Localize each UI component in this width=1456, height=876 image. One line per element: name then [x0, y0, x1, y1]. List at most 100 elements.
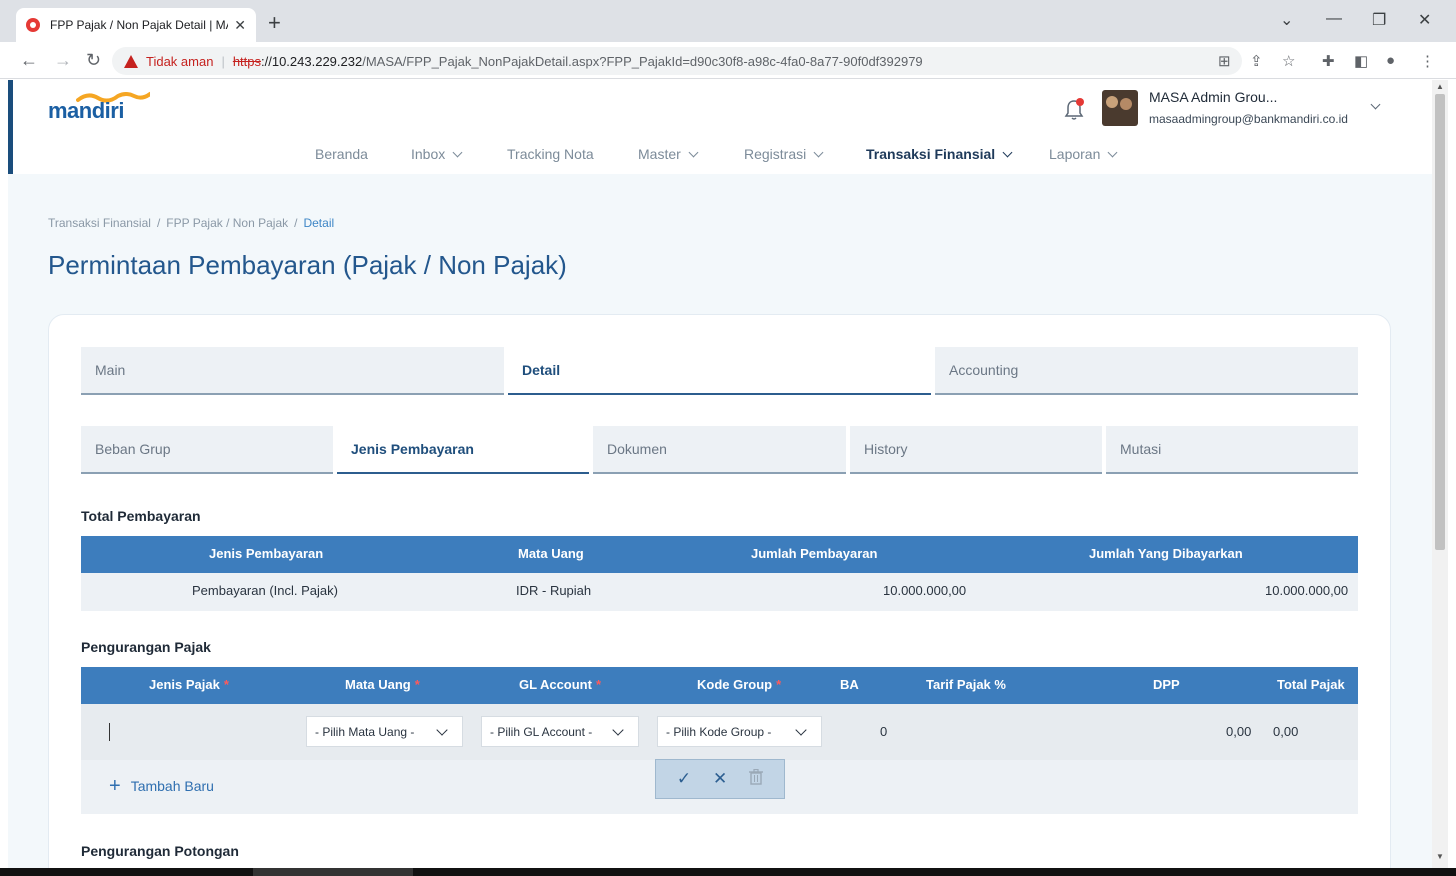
user-name[interactable]: MASA Admin Grou... — [1149, 89, 1277, 105]
url-field[interactable]: Tidak aman | https ://10.243.229.232 /MA… — [112, 47, 1242, 75]
tab-mutasi[interactable]: Mutasi — [1106, 426, 1358, 474]
required-mark: * — [223, 677, 229, 692]
table-header-total: Jenis Pembayaran Mata Uang Jumlah Pembay… — [81, 536, 1358, 573]
logo[interactable]: mandiri — [48, 98, 124, 124]
col-label: GL Account — [519, 677, 592, 692]
tab-accounting[interactable]: Accounting — [935, 347, 1358, 395]
table-row: Pembayaran (Incl. Pajak) IDR - Rupiah 10… — [81, 573, 1358, 611]
nav-label: Transaksi Finansial — [866, 146, 996, 162]
tab-history[interactable]: History — [850, 426, 1102, 474]
col-jumlah-pembayaran: Jumlah Pembayaran — [751, 546, 878, 561]
chevron-down-icon — [813, 147, 824, 158]
tab-dokumen[interactable]: Dokumen — [593, 426, 846, 474]
edit-row: - Pilih Mata Uang - - Pilih GL Account -… — [81, 704, 1358, 760]
breadcrumb-item[interactable]: FPP Pajak / Non Pajak — [166, 216, 288, 230]
kode-group-select[interactable]: - Pilih Kode Group - — [657, 716, 822, 747]
nav-item-transaksi-finansial[interactable]: Transaksi Finansial — [866, 146, 1013, 162]
page-title: Permintaan Pembayaran (Pajak / Non Pajak… — [48, 250, 567, 280]
new-tab-button[interactable]: + — [268, 12, 281, 34]
gl-account-select[interactable]: - Pilih GL Account - — [481, 716, 639, 747]
share-icon[interactable]: ⇪ — [1250, 52, 1263, 70]
chevron-down-icon — [688, 147, 699, 158]
avatar[interactable] — [1102, 90, 1138, 126]
profile-icon[interactable]: ● — [1386, 52, 1395, 69]
extensions-icon[interactable]: ✚ — [1322, 52, 1335, 70]
nav-item-master[interactable]: Master — [638, 146, 699, 162]
url-scheme: https — [232, 53, 262, 69]
breadcrumb: Transaksi Finansial / FPP Pajak / Non Paja… — [48, 216, 335, 230]
app-header: mandiri MASA Admin Grou... masaadmingrou… — [8, 80, 1432, 174]
scrollbar-thumb[interactable] — [1435, 94, 1445, 550]
mata-uang-select[interactable]: - Pilih Mata Uang - — [306, 716, 463, 747]
ba-value: 0 — [880, 724, 888, 739]
table-header-pajak: Jenis Pajak * Mata Uang * GL Account * Kode… — [81, 667, 1358, 704]
add-row: + Tambah Baru ✓ ✕ — [81, 759, 1358, 814]
chevron-down-icon — [1002, 147, 1013, 158]
forward-icon[interactable]: → — [54, 50, 72, 71]
nav-label: Tracking Nota — [507, 146, 594, 162]
user-menu-chevron-icon[interactable] — [1370, 98, 1381, 114]
nav-item-tracking-nota[interactable]: Tracking Nota — [507, 146, 594, 162]
scroll-down-icon[interactable]: ▼ — [1436, 852, 1444, 861]
required-mark: * — [414, 677, 420, 692]
taskbar — [0, 868, 1456, 876]
cell-jenis: Pembayaran (Incl. Pajak) — [192, 583, 338, 598]
breadcrumb-current: Detail — [303, 216, 335, 230]
page: mandiri MASA Admin Grou... masaadmingrou… — [8, 80, 1432, 868]
tab-title: FPP Pajak / Non Pajak Detail | MA — [50, 18, 229, 32]
minimize-icon[interactable]: — — [1326, 10, 1342, 28]
tab-jenis-pembayaran[interactable]: Jenis Pembayaran — [337, 426, 589, 474]
select-value: - Pilih GL Account - — [490, 725, 593, 739]
cell-mata-uang: IDR - Rupiah — [516, 583, 592, 598]
trash-icon[interactable] — [749, 768, 764, 790]
divider: | — [221, 53, 225, 69]
col-gl-account: GL Account * — [519, 677, 601, 692]
menu-icon[interactable]: ⋮ — [1420, 52, 1435, 70]
jenis-pajak-input[interactable] — [109, 723, 110, 741]
browser-tab[interactable]: FPP Pajak / Non Pajak Detail | MA ✕ — [16, 8, 256, 42]
nav-item-laporan[interactable]: Laporan — [1049, 146, 1118, 162]
tambah-baru-button[interactable]: + Tambah Baru — [109, 776, 214, 796]
back-icon[interactable]: ← — [20, 50, 38, 71]
tab-main[interactable]: Main — [81, 347, 504, 395]
chevron-down-icon — [795, 724, 807, 736]
cancel-icon[interactable]: ✕ — [713, 769, 727, 789]
required-mark: * — [776, 677, 782, 692]
scroll-up-icon[interactable]: ▲ — [1436, 82, 1444, 91]
notification-bell-icon[interactable] — [1064, 98, 1084, 122]
favicon-icon — [26, 18, 40, 32]
nav-label: Master — [638, 146, 681, 162]
warning-icon — [124, 54, 138, 68]
col-dpp: DPP — [1153, 677, 1180, 692]
translate-icon[interactable]: ⊞ — [1218, 52, 1231, 70]
col-tarif-pajak: Tarif Pajak % — [926, 677, 1006, 692]
chevron-down-icon — [436, 724, 448, 736]
bookmark-star-icon[interactable]: ☆ — [1282, 52, 1295, 70]
restore-icon[interactable]: ❐ — [1372, 10, 1386, 30]
close-window-icon[interactable]: ✕ — [1418, 10, 1431, 30]
tab-search-icon[interactable]: ⌄ — [1280, 10, 1293, 30]
side-panel-icon[interactable]: ◧ — [1354, 52, 1368, 70]
tab-detail[interactable]: Detail — [508, 347, 931, 395]
security-label[interactable]: Tidak aman — [146, 54, 213, 69]
nav-item-registrasi[interactable]: Registrasi — [744, 146, 824, 162]
nav-label: Inbox — [411, 146, 446, 162]
add-label: Tambah Baru — [130, 778, 214, 794]
check-icon[interactable]: ✓ — [677, 769, 691, 789]
row-actions: ✓ ✕ — [655, 759, 785, 799]
url-path: /MASA/FPP_Pajak_NonPajakDetail.aspx?FPP_… — [362, 53, 923, 69]
breadcrumb-item[interactable]: Transaksi Finansial — [48, 216, 151, 230]
taskbar-item[interactable] — [253, 868, 413, 876]
nav-item-inbox[interactable]: Inbox — [411, 146, 463, 162]
tab-beban-grup[interactable]: Beban Grup — [81, 426, 333, 474]
nav-item-beranda[interactable]: Beranda — [315, 146, 368, 162]
section-title-total-pembayaran: Total Pembayaran — [81, 508, 201, 524]
chevron-down-icon — [1107, 147, 1118, 158]
close-tab-icon[interactable]: ✕ — [234, 17, 246, 34]
cell-dibayarkan: 10.000.000,00 — [1265, 583, 1349, 598]
reload-icon[interactable]: ↻ — [86, 50, 101, 71]
scrollbar[interactable]: ▲ ▼ — [1432, 80, 1448, 868]
address-bar: ← → ↻ Tidak aman | https ://10.243.229.2… — [0, 42, 1456, 79]
col-label: Mata Uang — [345, 677, 411, 692]
col-jenis-pembayaran: Jenis Pembayaran — [209, 546, 324, 561]
